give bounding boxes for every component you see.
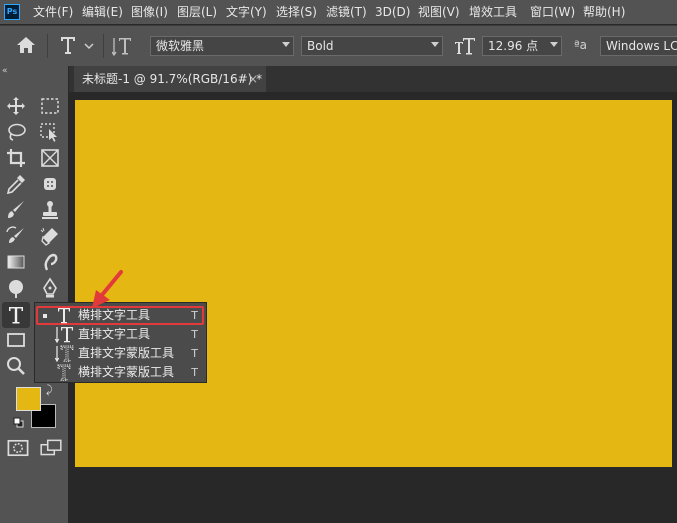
menu-file[interactable]: 文件(F) — [33, 4, 73, 20]
menu-bar: Ps 文件(F) 编辑(E) 图像(I) 图层(L) 文字(Y) 选择(S) 滤… — [0, 0, 677, 24]
type-tool-preset-icon[interactable] — [58, 35, 98, 58]
options-bar: 微软雅黑 Bold 12.96 点 ªa Windows LCD — [0, 25, 677, 66]
clone-stamp-tool-icon[interactable] — [38, 198, 62, 222]
eraser-tool-icon[interactable] — [38, 224, 62, 248]
menu-filter[interactable]: 滤镜(T) — [326, 4, 367, 20]
eyedropper-tool-icon[interactable] — [4, 172, 28, 196]
menu-type[interactable]: 文字(Y) — [226, 4, 267, 20]
swap-colors-icon[interactable]: ⤸ — [46, 384, 58, 396]
crop-tool-icon[interactable] — [4, 146, 28, 170]
menu-view[interactable]: 视图(V) — [418, 4, 460, 20]
horizontal-type-mask-icon — [54, 363, 74, 382]
antialias-value: Windows LCD — [606, 39, 677, 53]
close-icon[interactable]: × — [248, 66, 258, 92]
menu-window[interactable]: 窗口(W) — [530, 4, 575, 20]
antialias-icon: ªa — [574, 38, 588, 52]
menu-help[interactable]: 帮助(H) — [583, 4, 625, 20]
flyout-item-label: 直排文字工具 — [78, 327, 151, 341]
menu-plugins[interactable]: 增效工具 — [469, 4, 517, 20]
pen-tool-icon[interactable] — [38, 276, 62, 300]
flyout-item-vertical-type[interactable]: 直排文字工具 T — [38, 325, 204, 344]
menu-select[interactable]: 选择(S) — [276, 4, 317, 20]
font-style-value: Bold — [307, 39, 334, 53]
menu-image[interactable]: 图像(I) — [131, 4, 168, 20]
font-family-select[interactable]: 微软雅黑 — [150, 36, 294, 56]
zoom-tool-icon[interactable] — [4, 354, 28, 378]
frame-tool-icon[interactable] — [38, 146, 62, 170]
font-size-select[interactable]: 12.96 点 — [482, 36, 562, 56]
chevron-down-icon — [431, 42, 439, 47]
font-size-value: 12.96 点 — [488, 39, 539, 53]
document-tab[interactable]: 未标题-1 @ 91.7%(RGB/16#) * × — [74, 66, 266, 92]
antialias-select[interactable]: Windows LCD — [600, 36, 677, 56]
home-icon[interactable] — [16, 36, 36, 57]
flyout-item-shortcut: T — [191, 309, 198, 322]
active-tool-bullet — [43, 314, 47, 318]
foreground-color-swatch[interactable] — [16, 387, 41, 411]
brush-tool-icon[interactable] — [4, 198, 28, 222]
lasso-tool-icon[interactable] — [4, 120, 28, 144]
vertical-type-mask-icon — [54, 344, 74, 363]
chevron-down-icon — [282, 42, 290, 47]
type-tool-icon[interactable] — [2, 302, 30, 328]
menu-layer[interactable]: 图层(L) — [177, 4, 217, 20]
dodge-tool-icon[interactable] — [4, 276, 28, 300]
menu-edit[interactable]: 编辑(E) — [82, 4, 123, 20]
screen-mode-icon[interactable] — [39, 436, 62, 456]
object-selection-tool-icon[interactable] — [38, 120, 62, 144]
gradient-tool-icon[interactable] — [4, 250, 28, 274]
chevron-down-icon — [550, 42, 558, 47]
annotation-arrow-icon — [92, 270, 123, 308]
history-brush-tool-icon[interactable] — [4, 224, 28, 248]
document-canvas[interactable] — [75, 100, 672, 467]
rectangle-tool-icon[interactable] — [4, 328, 28, 352]
flyout-item-label: 横排文字蒙版工具 — [78, 365, 175, 379]
document-tab-title: 未标题-1 @ 91.7%(RGB/16#) * — [82, 72, 263, 86]
collapse-panel-icon[interactable]: « — [2, 66, 14, 76]
tools-panel: « ⤸ — [0, 66, 68, 523]
vertical-type-icon — [54, 325, 74, 344]
flyout-item-shortcut: T — [191, 366, 198, 379]
horizontal-type-icon — [54, 306, 74, 325]
toggle-text-orientation-icon[interactable] — [111, 35, 134, 60]
default-colors-icon[interactable] — [13, 417, 24, 428]
flyout-item-shortcut: T — [191, 347, 198, 360]
flyout-item-shortcut: T — [191, 328, 198, 341]
separator — [47, 34, 48, 58]
flyout-item-horizontal-type-mask[interactable]: 横排文字蒙版工具 T — [38, 363, 204, 382]
quick-mask-icon[interactable] — [6, 436, 29, 457]
spot-healing-brush-tool-icon[interactable] — [38, 172, 62, 196]
font-size-icon — [454, 36, 476, 59]
flyout-item-vertical-type-mask[interactable]: 直排文字蒙版工具 T — [38, 344, 204, 363]
smudge-tool-icon[interactable] — [38, 250, 62, 274]
font-style-select[interactable]: Bold — [301, 36, 443, 56]
menu-3d[interactable]: 3D(D) — [375, 4, 410, 20]
photoshop-logo: Ps — [4, 4, 20, 20]
font-family-value: 微软雅黑 — [156, 39, 205, 53]
move-tool-icon[interactable] — [4, 94, 28, 118]
flyout-item-label: 直排文字蒙版工具 — [78, 346, 175, 360]
separator — [103, 34, 104, 58]
type-tool-flyout: 横排文字工具 T 直排文字工具 T 直排文字蒙版工具 T 横排文字蒙版工具 T — [34, 302, 207, 383]
rectangular-marquee-tool-icon[interactable] — [38, 94, 62, 118]
